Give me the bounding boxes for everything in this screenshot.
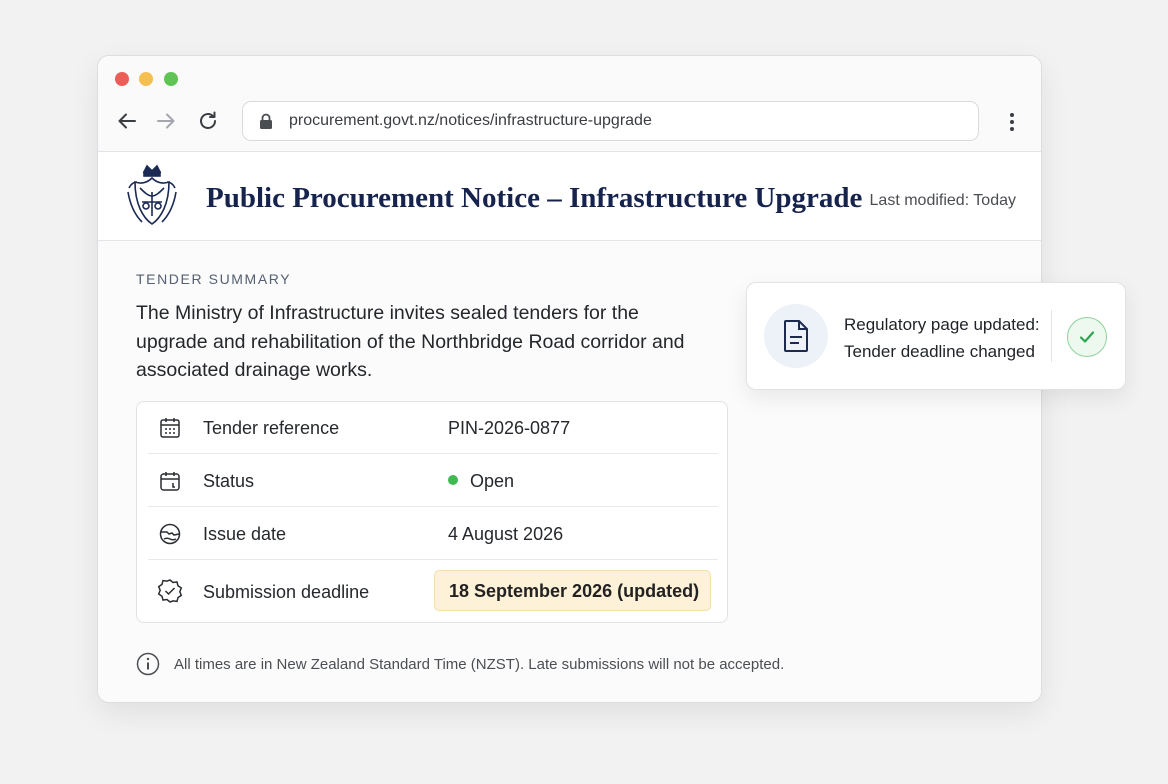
badge-check-icon: [157, 578, 183, 604]
notification-title: Regulatory page updated:: [844, 315, 1040, 334]
detail-label: Submission deadline: [203, 582, 370, 602]
status-value: Open: [470, 471, 515, 491]
kebab-menu-icon: [1010, 113, 1014, 131]
info-icon: [136, 652, 160, 676]
calendar-icon: [157, 468, 183, 494]
arrow-right-icon: [157, 113, 175, 129]
close-window-button[interactable]: [115, 72, 129, 86]
minimize-window-button[interactable]: [139, 72, 153, 86]
check-icon: [1067, 317, 1107, 357]
detail-row-deadline: Submission deadline 18 September 2026 (u…: [148, 561, 718, 623]
back-button[interactable]: [114, 108, 140, 134]
last-modified-label: Last modified: Today: [869, 192, 1016, 209]
reload-icon: [200, 111, 216, 129]
globe-icon: [157, 521, 183, 547]
page-title: Public Procurement Notice – Infrastructu…: [206, 182, 863, 214]
forward-button[interactable]: [153, 108, 179, 134]
detail-value: 4 August 2026: [448, 524, 564, 544]
footnote-text: All times are in New Zealand Standard Ti…: [174, 655, 785, 673]
maximize-window-button[interactable]: [164, 72, 178, 86]
document-icon: [764, 304, 828, 368]
tender-details-table: Tender reference PIN-2026-0877 Status Op…: [136, 401, 728, 623]
notification-divider: [1051, 310, 1052, 362]
updated-deadline-value: 18 September 2026 (updated): [434, 570, 711, 611]
reload-button[interactable]: [195, 108, 221, 134]
detail-row-status: Status Open: [148, 455, 718, 507]
detail-row-issue-date: Issue date 4 August 2026: [148, 508, 718, 560]
detail-label: Status: [203, 471, 255, 491]
address-bar[interactable]: [242, 101, 979, 141]
calendar-grid-icon: [157, 415, 183, 441]
update-notification[interactable]: Regulatory page updated: Tender deadline…: [746, 282, 1126, 390]
section-heading: TENDER SUMMARY: [136, 271, 292, 287]
timezone-note: All times are in New Zealand Standard Ti…: [136, 652, 784, 676]
arrow-left-icon: [118, 113, 136, 129]
intro-paragraph: The Ministry of Infrastructure invites s…: [136, 302, 685, 381]
page-header: Public Procurement Notice – Infrastructu…: [98, 152, 1041, 241]
detail-value: PIN-2026-0877: [448, 418, 571, 438]
government-crest-icon: [127, 164, 177, 225]
browser-menu-button[interactable]: [1002, 109, 1022, 135]
detail-label: Issue date: [203, 524, 287, 544]
status-dot: [448, 475, 458, 485]
notification-message: Tender deadline changed: [844, 342, 1035, 361]
status-badge: Open: [448, 471, 514, 492]
detail-label: Tender reference: [203, 418, 340, 438]
url-input[interactable]: [289, 112, 978, 130]
detail-row-reference: Tender reference PIN-2026-0877: [148, 402, 718, 454]
browser-chrome: [98, 56, 1041, 152]
lock-icon: [259, 112, 275, 130]
